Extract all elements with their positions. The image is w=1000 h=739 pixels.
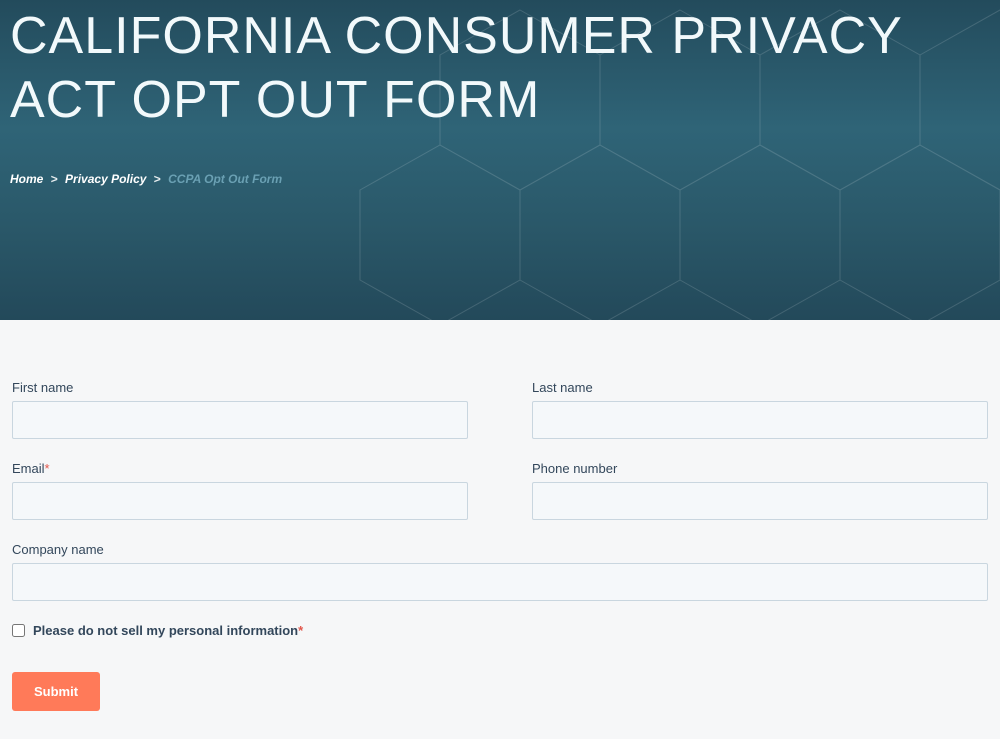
- company-input[interactable]: [12, 563, 988, 601]
- page-title: CALIFORNIA CONSUMER PRIVACY ACT OPT OUT …: [10, 0, 990, 132]
- first-name-label: First name: [12, 380, 468, 395]
- email-label-text: Email: [12, 461, 45, 476]
- last-name-input[interactable]: [532, 401, 988, 439]
- last-name-label: Last name: [532, 380, 988, 395]
- breadcrumb: Home > Privacy Policy > CCPA Opt Out For…: [10, 172, 990, 186]
- breadcrumb-sep: >: [51, 172, 58, 186]
- breadcrumb-sep: >: [154, 172, 161, 186]
- email-input[interactable]: [12, 482, 468, 520]
- breadcrumb-privacy-policy[interactable]: Privacy Policy: [65, 172, 146, 186]
- ccpa-opt-out-form: First name Last name Email* Phone number…: [0, 320, 1000, 739]
- required-marker: *: [298, 623, 303, 638]
- company-label: Company name: [12, 542, 988, 557]
- phone-input[interactable]: [532, 482, 988, 520]
- breadcrumb-current: CCPA Opt Out Form: [168, 172, 282, 186]
- do-not-sell-label-text: Please do not sell my personal informati…: [33, 623, 298, 638]
- submit-button[interactable]: Submit: [12, 672, 100, 711]
- breadcrumb-home[interactable]: Home: [10, 172, 43, 186]
- do-not-sell-checkbox[interactable]: [12, 624, 25, 637]
- first-name-input[interactable]: [12, 401, 468, 439]
- email-label: Email*: [12, 461, 468, 476]
- phone-label: Phone number: [532, 461, 988, 476]
- do-not-sell-label[interactable]: Please do not sell my personal informati…: [33, 623, 303, 638]
- hero-banner: CALIFORNIA CONSUMER PRIVACY ACT OPT OUT …: [0, 0, 1000, 320]
- required-marker: *: [45, 461, 50, 476]
